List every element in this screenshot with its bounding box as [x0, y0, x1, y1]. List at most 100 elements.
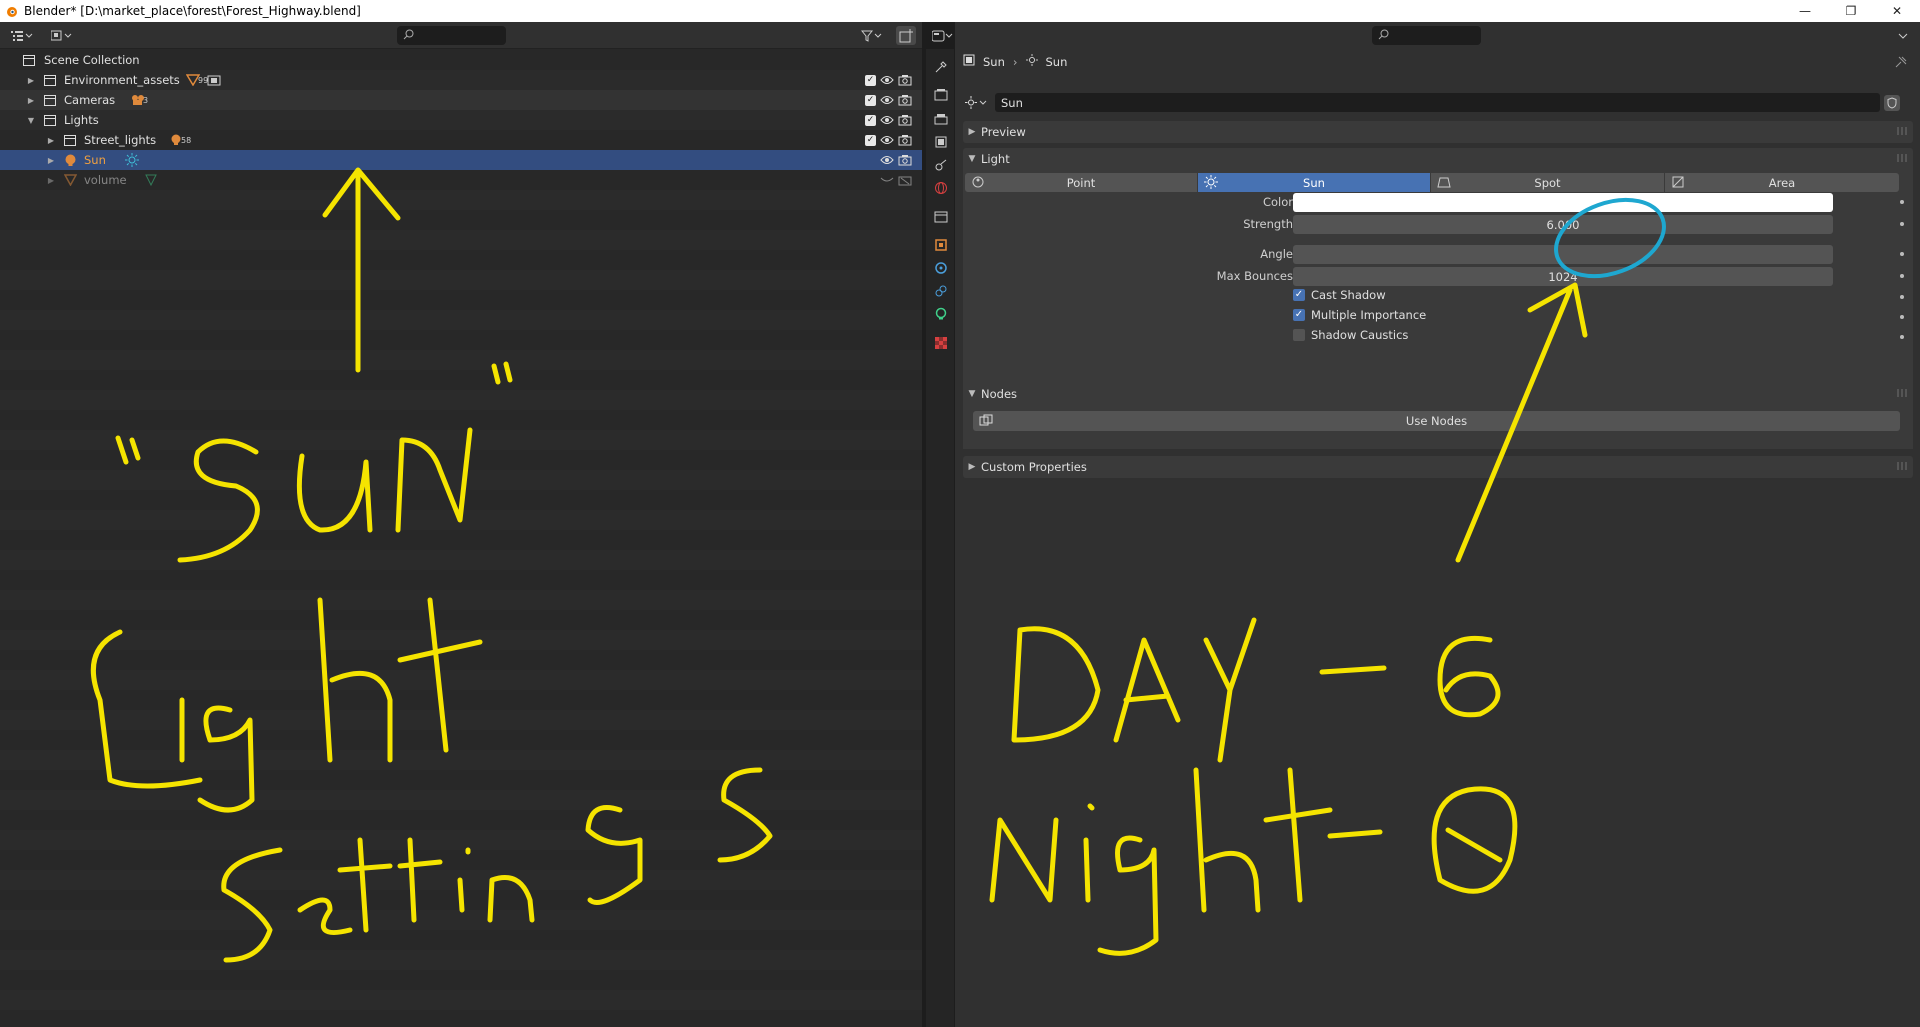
max-bounces-field[interactable]: 1024 — [1293, 267, 1833, 286]
visibility-eye-icon[interactable] — [880, 74, 894, 86]
modifier-physics-tab-icon[interactable] — [933, 260, 949, 276]
light-type-label: Sun — [1303, 175, 1325, 190]
visibility-eye-icon[interactable] — [880, 154, 894, 166]
drag-grip-icon[interactable] — [1897, 127, 1909, 135]
light-type-area[interactable]: Area — [1665, 173, 1899, 192]
tree-item-environment-assets[interactable]: ▶ Environment_assets 99 ✓ — [0, 70, 922, 90]
texture-tab-icon[interactable] — [933, 335, 949, 351]
expand-arrow-icon[interactable]: ▶ — [26, 76, 36, 85]
expand-arrow-icon[interactable]: ▶ — [26, 96, 36, 105]
tree-item-cameras[interactable]: ▶ Cameras 3 ✓ — [0, 90, 922, 110]
outliner-header — [0, 22, 922, 49]
drag-grip-icon[interactable] — [1897, 462, 1909, 470]
new-collection-button[interactable] — [896, 26, 916, 45]
render-camera-icon[interactable] — [898, 74, 912, 86]
multiple-importance-checkbox[interactable]: ✓ Multiple Importance — [1293, 308, 1426, 322]
tree-item-scene-collection[interactable]: Scene Collection — [0, 50, 922, 70]
nodes-panel-header[interactable]: ▼ Nodes — [963, 383, 1913, 405]
exclude-checkbox[interactable]: ✓ — [865, 134, 876, 146]
properties-search-input[interactable] — [1372, 26, 1481, 45]
editor-type-button[interactable] — [8, 26, 36, 45]
drag-grip-icon[interactable] — [1897, 389, 1909, 397]
light-panel-body: Point Sun Spot Area Color Strength 6.000 — [963, 170, 1913, 388]
options-dropdown-button[interactable] — [1895, 26, 1911, 45]
keyframe-dot-icon[interactable] — [1900, 335, 1904, 339]
chevron-down-icon: ▼ — [968, 389, 976, 399]
object-tab-icon[interactable] — [933, 237, 949, 253]
view-layer-tab-icon[interactable] — [933, 134, 949, 150]
use-nodes-label: Use Nodes — [1405, 414, 1468, 428]
pin-icon[interactable] — [1895, 56, 1907, 71]
expand-arrow-icon[interactable]: ▶ — [46, 156, 56, 165]
custom-properties-panel-header[interactable]: ▶ Custom Properties — [963, 456, 1913, 478]
outliner-search-input[interactable] — [397, 26, 506, 45]
keyframe-dot-icon[interactable] — [1900, 315, 1904, 319]
visibility-eye-icon[interactable] — [880, 114, 894, 126]
exclude-checkbox[interactable]: ✓ — [865, 74, 876, 86]
max-bounces-label: Max Bounces — [1216, 269, 1293, 283]
tool-tab-icon[interactable] — [933, 59, 949, 75]
chevron-right-icon: ▶ — [968, 127, 976, 137]
output-tab-icon[interactable] — [933, 111, 949, 127]
exclude-checkbox[interactable]: ✓ — [865, 114, 876, 126]
tree-item-sun[interactable]: ▶ Sun — [0, 150, 922, 170]
constraint-tab-icon[interactable] — [933, 283, 949, 299]
use-nodes-button[interactable]: Use Nodes — [973, 411, 1900, 431]
expand-arrow-icon[interactable]: ▶ — [46, 136, 56, 145]
maximize-button[interactable]: ❐ — [1828, 0, 1874, 22]
shadow-caustics-checkbox[interactable]: Shadow Caustics — [1293, 328, 1408, 342]
checkbox-checked-icon: ✓ — [1293, 289, 1305, 301]
color-swatch[interactable] — [1293, 193, 1833, 212]
light-type-point[interactable]: Point — [965, 173, 1198, 192]
breadcrumb-object: Sun — [983, 54, 1005, 69]
angle-field[interactable] — [1293, 245, 1833, 264]
hidden-eye-icon[interactable] — [880, 174, 894, 186]
light-type-sun[interactable]: Sun — [1198, 173, 1431, 192]
render-camera-icon[interactable] — [898, 154, 912, 166]
collapse-arrow-icon[interactable]: ▼ — [26, 116, 36, 125]
render-camera-icon[interactable] — [898, 134, 912, 146]
display-mode-button[interactable] — [48, 26, 76, 45]
fake-user-shield-icon[interactable] — [1884, 94, 1900, 111]
keyframe-dot-icon[interactable] — [1900, 274, 1904, 278]
render-disabled-icon[interactable] — [898, 174, 912, 186]
object-icon — [963, 54, 975, 69]
visibility-eye-icon[interactable] — [880, 94, 894, 106]
light-name-input[interactable]: Sun — [995, 93, 1880, 112]
render-tab-icon[interactable] — [933, 87, 949, 103]
cast-shadow-checkbox[interactable]: ✓ Cast Shadow — [1293, 288, 1386, 302]
render-camera-icon[interactable] — [898, 94, 912, 106]
visibility-eye-icon[interactable] — [880, 134, 894, 146]
keyframe-dot-icon[interactable] — [1900, 295, 1904, 299]
chevron-down-icon: ▼ — [968, 154, 976, 164]
strength-field[interactable]: 6.000 — [1293, 215, 1833, 234]
close-button[interactable]: ✕ — [1874, 0, 1920, 22]
tree-item-street-lights[interactable]: ▶ Street_lights 58 ✓ — [0, 130, 922, 150]
props-editor-type-button[interactable] — [930, 26, 956, 45]
collection-tab-icon[interactable] — [933, 209, 949, 225]
light-browse-icon[interactable] — [965, 96, 987, 112]
world-tab-icon[interactable] — [933, 180, 949, 196]
drag-grip-icon[interactable] — [1897, 154, 1909, 162]
render-camera-icon[interactable] — [898, 114, 912, 126]
sun-icon — [1025, 54, 1038, 69]
light-type-spot[interactable]: Spot — [1431, 173, 1665, 192]
keyframe-dot-icon[interactable] — [1900, 200, 1904, 204]
preview-panel-header[interactable]: ▶ Preview — [963, 121, 1913, 143]
sun-data-icon — [125, 153, 139, 167]
tree-item-volume[interactable]: ▶ volume — [0, 170, 922, 190]
tree-item-label: Cameras — [64, 93, 116, 107]
minimize-button[interactable]: — — [1782, 0, 1828, 22]
tree-item-lights[interactable]: ▼ Lights ✓ — [0, 110, 922, 130]
exclude-checkbox[interactable]: ✓ — [865, 94, 876, 106]
expand-arrow-icon[interactable]: ▶ — [46, 176, 56, 185]
keyframe-dot-icon[interactable] — [1900, 252, 1904, 256]
collection-icon — [43, 113, 57, 127]
keyframe-dot-icon[interactable] — [1900, 222, 1904, 226]
light-data-tab-icon[interactable] — [933, 306, 949, 322]
filter-button[interactable] — [858, 26, 886, 45]
nodes-panel-body: Use Nodes — [963, 405, 1913, 449]
light-panel-header[interactable]: ▼ Light — [963, 148, 1913, 170]
collection-icon — [43, 73, 57, 87]
scene-tab-icon[interactable] — [933, 157, 949, 173]
